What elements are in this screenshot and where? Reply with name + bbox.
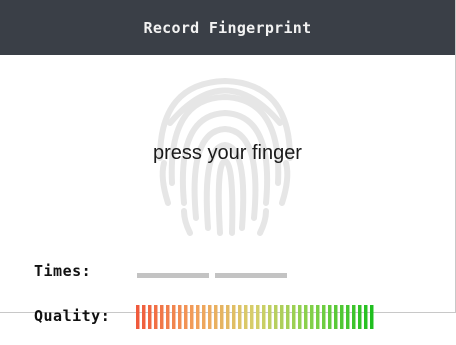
times-indicator-2 [215, 273, 287, 278]
quality-segment [172, 305, 176, 329]
quality-segment [196, 305, 200, 329]
quality-segment [286, 305, 290, 329]
quality-segment [352, 305, 356, 329]
quality-segment [370, 305, 374, 329]
quality-segment [298, 305, 302, 329]
times-indicator-1 [137, 273, 209, 278]
quality-segment [184, 305, 188, 329]
quality-segment [136, 305, 140, 329]
quality-segment [334, 305, 338, 329]
quality-segment [220, 305, 224, 329]
quality-segment [280, 305, 284, 329]
quality-segment [304, 305, 308, 329]
quality-segment [310, 305, 314, 329]
quality-segment [232, 305, 236, 329]
press-finger-prompt: press your finger [153, 142, 302, 164]
quality-segment [316, 305, 320, 329]
title-bar: Record Fingerprint [0, 0, 455, 55]
quality-segment [238, 305, 242, 329]
quality-segment [274, 305, 278, 329]
quality-segment [202, 305, 206, 329]
quality-segment [346, 305, 350, 329]
fingerprint-dialog: Record Fingerprint press your finger Tim… [0, 0, 456, 329]
quality-segment [364, 305, 368, 329]
quality-segment [340, 305, 344, 329]
quality-segment [142, 305, 146, 329]
quality-segment [178, 305, 182, 329]
quality-segment [268, 305, 272, 329]
quality-segment [208, 305, 212, 329]
times-label: Times: [34, 262, 92, 280]
dialog-title: Record Fingerprint [143, 18, 312, 37]
quality-segment [250, 305, 254, 329]
quality-segment [328, 305, 332, 329]
quality-segment [166, 305, 170, 329]
quality-segment [148, 305, 152, 329]
quality-segment [226, 305, 230, 329]
quality-segment [322, 305, 326, 329]
quality-label: Quality: [34, 307, 111, 325]
quality-segment [256, 305, 260, 329]
quality-segment [292, 305, 296, 329]
quality-segment [244, 305, 248, 329]
quality-segment [160, 305, 164, 329]
quality-segment [358, 305, 362, 329]
quality-segment [154, 305, 158, 329]
quality-segment [262, 305, 266, 329]
quality-meter [136, 305, 376, 329]
quality-segment [190, 305, 194, 329]
quality-segment [214, 305, 218, 329]
